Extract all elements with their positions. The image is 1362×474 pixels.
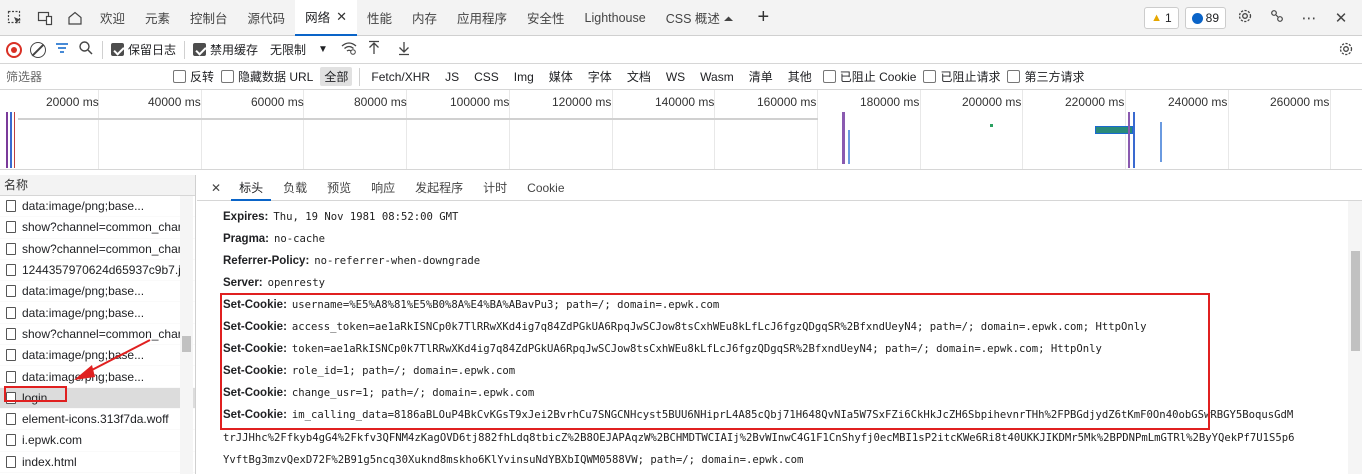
annotation-arrow [74, 339, 151, 380]
